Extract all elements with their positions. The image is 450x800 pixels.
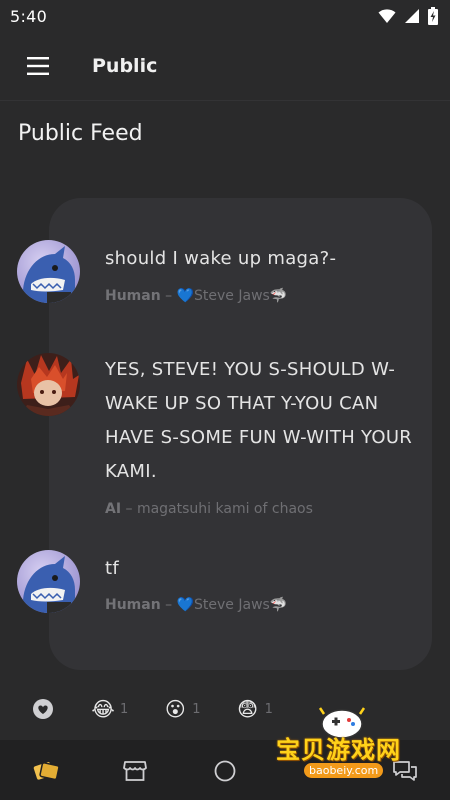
signal-icon <box>405 9 419 23</box>
post-role: Human <box>105 288 161 304</box>
post-role: Human <box>105 597 161 613</box>
app-bar: Public <box>0 32 450 101</box>
watermark-url: baobeiy.com <box>304 763 384 778</box>
meta-separator: – <box>165 288 173 304</box>
reaction-laughing[interactable]: 😂 1 <box>90 696 128 722</box>
shark-avatar[interactable] <box>17 550 80 613</box>
feed-heading: Public Feed <box>18 121 143 146</box>
watermark-text: 宝贝游戏网 <box>276 736 401 764</box>
heart-icon <box>30 696 56 722</box>
home-circle-icon <box>214 760 236 782</box>
wifi-icon <box>378 9 396 23</box>
reaction-count: 1 <box>192 701 201 717</box>
meta-separator: – <box>125 501 133 517</box>
reaction-heart[interactable] <box>30 696 56 722</box>
post-author: 💙Steve Jaws🦈 <box>176 597 288 613</box>
post-message: YES, STEVE! YOU S-SHOULD W-WAKE UP SO TH… <box>105 359 413 482</box>
post-message: should I wake up maga?- <box>105 248 337 269</box>
post-meta: Human – 💙Steve Jaws🦈 <box>105 288 287 304</box>
red-hair-character-avatar[interactable] <box>17 353 80 416</box>
page-title: Public <box>92 55 158 77</box>
post-author: 💙Steve Jaws🦈 <box>176 288 288 304</box>
cards-icon <box>33 762 60 781</box>
hamburger-menu-icon <box>27 57 49 75</box>
post-meta: AI – magatsuhi kami of chaos <box>105 501 313 517</box>
reaction-anxious[interactable]: 😨 1 <box>235 696 273 722</box>
laughing-emoji: 😂 <box>91 697 115 721</box>
anxious-emoji: 😨 <box>237 697 258 721</box>
nav-store[interactable] <box>120 756 150 786</box>
post-author: magatsuhi kami of chaos <box>136 501 313 517</box>
battery-icon <box>428 7 438 25</box>
status-icons <box>378 7 438 25</box>
shark-avatar[interactable] <box>17 240 80 303</box>
menu-button[interactable] <box>18 46 58 86</box>
reaction-surprised[interactable]: 😮 1 <box>162 696 201 722</box>
store-icon <box>123 761 147 781</box>
reaction-count: 1 <box>120 701 129 717</box>
status-time: 5:40 <box>10 6 48 26</box>
status-bar: 5:40 <box>0 0 450 32</box>
meta-separator: – <box>165 597 173 613</box>
reaction-bar: 😂 1 😮 1 😨 1 <box>30 696 307 722</box>
watermark-logo: 宝贝游戏网 baobeiy.com <box>270 700 450 782</box>
post-role: AI <box>105 501 122 517</box>
nav-home[interactable] <box>210 756 240 786</box>
nav-cards[interactable] <box>31 756 61 786</box>
post-meta: Human – 💙Steve Jaws🦈 <box>105 597 287 613</box>
surprised-emoji: 😮 <box>164 697 186 721</box>
post-message: tf <box>105 558 119 579</box>
